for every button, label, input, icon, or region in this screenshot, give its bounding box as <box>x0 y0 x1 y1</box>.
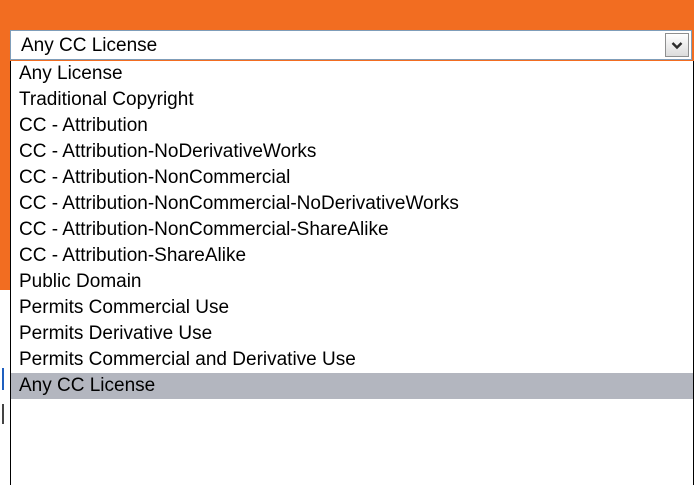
license-option[interactable]: CC - Attribution-NonCommercial-NoDerivat… <box>11 191 693 217</box>
license-option[interactable]: Permits Derivative Use <box>11 321 693 347</box>
license-option[interactable]: CC - Attribution-NoDerivativeWorks <box>11 139 693 165</box>
license-select[interactable]: Any CC License <box>10 30 692 60</box>
background-edge-mark <box>2 368 4 390</box>
license-option[interactable]: Any License <box>11 61 693 87</box>
license-option[interactable]: CC - Attribution-NonCommercial <box>11 165 693 191</box>
license-option[interactable]: Traditional Copyright <box>11 87 693 113</box>
background-edge-mark <box>2 404 4 424</box>
dropdown-toggle-button[interactable] <box>665 33 689 57</box>
license-option[interactable]: Public Domain <box>11 269 693 295</box>
chevron-down-icon <box>671 41 683 49</box>
license-options-list: Any License Traditional Copyright CC - A… <box>10 61 694 485</box>
license-option[interactable]: Permits Commercial and Derivative Use <box>11 347 693 373</box>
license-option-selected[interactable]: Any CC License <box>11 373 693 399</box>
license-select-value: Any CC License <box>21 35 158 56</box>
license-option[interactable]: Permits Commercial Use <box>11 295 693 321</box>
license-option[interactable]: CC - Attribution-NonCommercial-ShareAlik… <box>11 217 693 243</box>
license-option[interactable]: CC - Attribution-ShareAlike <box>11 243 693 269</box>
license-option[interactable]: CC - Attribution <box>11 113 693 139</box>
